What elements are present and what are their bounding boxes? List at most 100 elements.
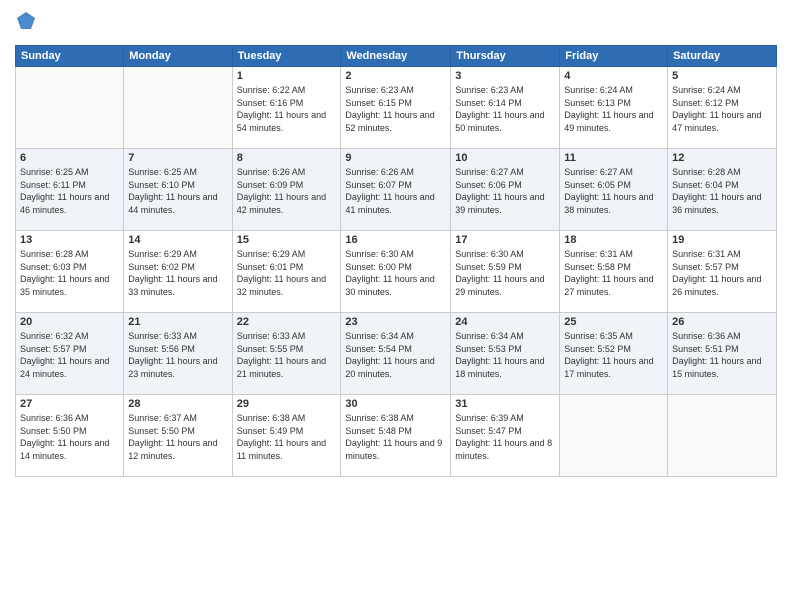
day-number: 3 xyxy=(455,70,555,82)
day-info: Sunrise: 6:34 AMSunset: 5:54 PMDaylight:… xyxy=(345,330,446,380)
calendar-cell: 11Sunrise: 6:27 AMSunset: 6:05 PMDayligh… xyxy=(560,149,668,231)
day-number: 18 xyxy=(564,234,663,246)
day-info: Sunrise: 6:27 AMSunset: 6:05 PMDaylight:… xyxy=(564,166,663,216)
day-number: 16 xyxy=(345,234,446,246)
day-info: Sunrise: 6:28 AMSunset: 6:04 PMDaylight:… xyxy=(672,166,772,216)
calendar-cell xyxy=(16,67,124,149)
day-info: Sunrise: 6:30 AMSunset: 5:59 PMDaylight:… xyxy=(455,248,555,298)
day-number: 17 xyxy=(455,234,555,246)
calendar-cell: 23Sunrise: 6:34 AMSunset: 5:54 PMDayligh… xyxy=(341,313,451,395)
day-number: 21 xyxy=(128,316,227,328)
weekday-monday: Monday xyxy=(124,46,232,67)
calendar-cell: 12 Sunrise: 6:28 AMSunset: 6:04 PMDayligh… xyxy=(668,149,777,231)
calendar-cell: 4 Sunrise: 6:24 AMSunset: 6:13 PMDaylight… xyxy=(560,67,668,149)
calendar-cell: 8 Sunrise: 6:26 AMSunset: 6:09 PMDaylight… xyxy=(232,149,341,231)
calendar-cell xyxy=(668,395,777,477)
calendar-week-row: 27 Sunrise: 6:36 AMSunset: 5:50 PMDayligh… xyxy=(16,395,777,477)
weekday-sunday: Sunday xyxy=(16,46,124,67)
day-info: Sunrise: 6:38 AMSunset: 5:48 PMDaylight:… xyxy=(345,412,446,462)
day-info: Sunrise: 6:26 AMSunset: 6:09 PMDaylight:… xyxy=(237,166,337,216)
day-info: Sunrise: 6:22 AMSunset: 6:16 PMDaylight:… xyxy=(237,84,337,134)
day-number: 13 xyxy=(20,234,119,246)
day-number: 12 xyxy=(672,152,772,164)
calendar-cell: 29 Sunrise: 6:38 AMSunset: 5:49 PMDayligh… xyxy=(232,395,341,477)
day-number: 15 xyxy=(237,234,337,246)
day-number: 30 xyxy=(345,398,446,410)
weekday-wednesday: Wednesday xyxy=(341,46,451,67)
day-number: 22 xyxy=(237,316,337,328)
day-number: 20 xyxy=(20,316,119,328)
day-number: 9 xyxy=(345,152,446,164)
calendar-cell: 24 Sunrise: 6:34 AMSunset: 5:53 PMDayligh… xyxy=(451,313,560,395)
day-info: Sunrise: 6:34 AMSunset: 5:53 PMDaylight:… xyxy=(455,330,555,380)
calendar-cell: 1 Sunrise: 6:22 AMSunset: 6:16 PMDaylight… xyxy=(232,67,341,149)
page: SundayMondayTuesdayWednesdayThursdayFrid… xyxy=(0,0,792,612)
day-info: Sunrise: 6:28 AMSunset: 6:03 PMDaylight:… xyxy=(20,248,119,298)
day-number: 6 xyxy=(20,152,119,164)
day-info: Sunrise: 6:33 AMSunset: 5:55 PMDaylight:… xyxy=(237,330,337,380)
day-info: Sunrise: 6:25 AMSunset: 6:11 PMDaylight:… xyxy=(20,166,119,216)
calendar-cell: 13 Sunrise: 6:28 AMSunset: 6:03 PMDayligh… xyxy=(16,231,124,313)
day-info: Sunrise: 6:38 AMSunset: 5:49 PMDaylight:… xyxy=(237,412,337,462)
calendar-cell: 9 Sunrise: 6:26 AMSunset: 6:07 PMDaylight… xyxy=(341,149,451,231)
day-info: Sunrise: 6:29 AMSunset: 6:01 PMDaylight:… xyxy=(237,248,337,298)
day-info: Sunrise: 6:24 AMSunset: 6:12 PMDaylight:… xyxy=(672,84,772,134)
calendar-cell xyxy=(124,67,232,149)
weekday-saturday: Saturday xyxy=(668,46,777,67)
day-number: 4 xyxy=(564,70,663,82)
day-number: 2 xyxy=(345,70,446,82)
calendar-cell: 7Sunrise: 6:25 AMSunset: 6:10 PMDaylight… xyxy=(124,149,232,231)
calendar-cell: 19 Sunrise: 6:31 AMSunset: 5:57 PMDayligh… xyxy=(668,231,777,313)
calendar-cell: 10Sunrise: 6:27 AMSunset: 6:06 PMDayligh… xyxy=(451,149,560,231)
day-number: 10 xyxy=(455,152,555,164)
day-number: 1 xyxy=(237,70,337,82)
calendar-cell: 28 Sunrise: 6:37 AMSunset: 5:50 PMDayligh… xyxy=(124,395,232,477)
calendar-week-row: 13 Sunrise: 6:28 AMSunset: 6:03 PMDayligh… xyxy=(16,231,777,313)
calendar-cell: 22 Sunrise: 6:33 AMSunset: 5:55 PMDayligh… xyxy=(232,313,341,395)
day-info: Sunrise: 6:31 AMSunset: 5:57 PMDaylight:… xyxy=(672,248,772,298)
day-info: Sunrise: 6:23 AMSunset: 6:14 PMDaylight:… xyxy=(455,84,555,134)
header xyxy=(15,10,777,37)
calendar-cell: 3 Sunrise: 6:23 AMSunset: 6:14 PMDaylight… xyxy=(451,67,560,149)
calendar-table: SundayMondayTuesdayWednesdayThursdayFrid… xyxy=(15,45,777,477)
weekday-friday: Friday xyxy=(560,46,668,67)
day-info: Sunrise: 6:25 AMSunset: 6:10 PMDaylight:… xyxy=(128,166,227,216)
calendar-cell: 18 Sunrise: 6:31 AMSunset: 5:58 PMDayligh… xyxy=(560,231,668,313)
calendar-cell: 15 Sunrise: 6:29 AMSunset: 6:01 PMDayligh… xyxy=(232,231,341,313)
calendar-cell: 25 Sunrise: 6:35 AMSunset: 5:52 PMDayligh… xyxy=(560,313,668,395)
weekday-header-row: SundayMondayTuesdayWednesdayThursdayFrid… xyxy=(16,46,777,67)
calendar-week-row: 1 Sunrise: 6:22 AMSunset: 6:16 PMDaylight… xyxy=(16,67,777,149)
day-number: 24 xyxy=(455,316,555,328)
day-number: 28 xyxy=(128,398,227,410)
calendar-week-row: 6 Sunrise: 6:25 AMSunset: 6:11 PMDaylight… xyxy=(16,149,777,231)
day-info: Sunrise: 6:30 AMSunset: 6:00 PMDaylight:… xyxy=(345,248,446,298)
day-info: Sunrise: 6:26 AMSunset: 6:07 PMDaylight:… xyxy=(345,166,446,216)
calendar-cell: 16 Sunrise: 6:30 AMSunset: 6:00 PMDayligh… xyxy=(341,231,451,313)
day-info: Sunrise: 6:23 AMSunset: 6:15 PMDaylight:… xyxy=(345,84,446,134)
day-info: Sunrise: 6:37 AMSunset: 5:50 PMDaylight:… xyxy=(128,412,227,462)
day-info: Sunrise: 6:36 AMSunset: 5:50 PMDaylight:… xyxy=(20,412,119,462)
calendar-cell: 2 Sunrise: 6:23 AMSunset: 6:15 PMDaylight… xyxy=(341,67,451,149)
calendar-cell xyxy=(560,395,668,477)
calendar-cell: 30 Sunrise: 6:38 AMSunset: 5:48 PMDayligh… xyxy=(341,395,451,477)
calendar-cell: 17 Sunrise: 6:30 AMSunset: 5:59 PMDayligh… xyxy=(451,231,560,313)
day-info: Sunrise: 6:32 AMSunset: 5:57 PMDaylight:… xyxy=(20,330,119,380)
day-number: 25 xyxy=(564,316,663,328)
day-number: 26 xyxy=(672,316,772,328)
calendar-cell: 21Sunrise: 6:33 AMSunset: 5:56 PMDayligh… xyxy=(124,313,232,395)
day-info: Sunrise: 6:35 AMSunset: 5:52 PMDaylight:… xyxy=(564,330,663,380)
calendar-cell: 31 Sunrise: 6:39 AMSunset: 5:47 PMDayligh… xyxy=(451,395,560,477)
day-number: 19 xyxy=(672,234,772,246)
day-number: 29 xyxy=(237,398,337,410)
day-number: 8 xyxy=(237,152,337,164)
calendar-cell: 14Sunrise: 6:29 AMSunset: 6:02 PMDayligh… xyxy=(124,231,232,313)
day-info: Sunrise: 6:24 AMSunset: 6:13 PMDaylight:… xyxy=(564,84,663,134)
day-number: 27 xyxy=(20,398,119,410)
day-info: Sunrise: 6:39 AMSunset: 5:47 PMDaylight:… xyxy=(455,412,555,462)
day-number: 31 xyxy=(455,398,555,410)
day-info: Sunrise: 6:31 AMSunset: 5:58 PMDaylight:… xyxy=(564,248,663,298)
day-number: 5 xyxy=(672,70,772,82)
calendar-cell: 6 Sunrise: 6:25 AMSunset: 6:11 PMDaylight… xyxy=(16,149,124,231)
logo xyxy=(15,10,41,37)
calendar-cell: 20 Sunrise: 6:32 AMSunset: 5:57 PMDayligh… xyxy=(16,313,124,395)
